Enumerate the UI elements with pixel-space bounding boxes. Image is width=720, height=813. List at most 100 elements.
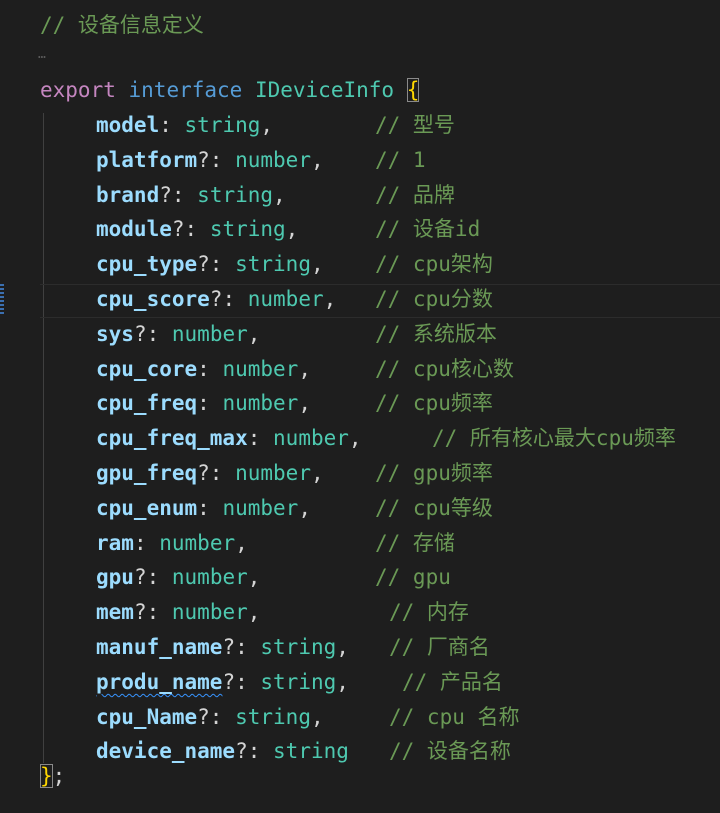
field-separator: ?: xyxy=(197,704,223,729)
field-separator: : xyxy=(133,530,147,555)
field-comment: // 存储 xyxy=(375,530,455,555)
field-name: device_name xyxy=(96,739,236,764)
field-trailing-comma: , xyxy=(298,495,311,520)
field-type: string xyxy=(235,704,311,729)
field-line-manuf-name: manuf_name?: string, // 厂商名 xyxy=(96,630,720,665)
field-type: string xyxy=(235,252,311,277)
interface-closing-line: }; xyxy=(40,759,65,794)
field-type: number xyxy=(159,530,236,555)
field-comment: // cpu架构 xyxy=(375,252,493,277)
field-trailing-comma: , xyxy=(298,356,311,381)
field-trailing-comma: , xyxy=(310,704,324,729)
field-trailing-comma: , xyxy=(285,217,299,242)
field-line-sys: sys?: number, // 系统版本 xyxy=(96,317,720,352)
field-comment: // 产品名 xyxy=(402,669,503,694)
field-type: string xyxy=(260,669,337,694)
field-line-cpu-score: cpu_score?: number, // cpu分数 xyxy=(96,282,720,317)
field-type: string xyxy=(184,113,261,137)
field-name: produ_name xyxy=(96,669,223,694)
field-type: number xyxy=(235,461,311,485)
field-type: number xyxy=(222,356,299,381)
field-comment: // 内存 xyxy=(389,600,469,625)
interface-keyword: interface xyxy=(128,78,243,102)
folded-region-marker[interactable]: … xyxy=(38,45,46,65)
code-editor[interactable]: // 设备信息定义 … export interface IDeviceInfo… xyxy=(0,0,720,813)
field-type: number xyxy=(171,600,248,625)
field-separator: ?: xyxy=(209,287,236,311)
indent-guide xyxy=(43,113,44,763)
field-name: cpu_core xyxy=(96,356,198,381)
field-type: number xyxy=(222,495,299,520)
field-trailing-comma: , xyxy=(348,426,362,451)
field-line-cpu-freq: cpu_freq: number, // cpu频率 xyxy=(96,386,720,421)
field-line-model: model: string, // 型号 xyxy=(96,108,720,143)
field-line-cpu-type: cpu_type?: string, // cpu架构 xyxy=(96,247,720,282)
field-separator: ?: xyxy=(235,739,261,764)
field-separator: : xyxy=(197,356,210,381)
open-brace: { xyxy=(406,78,420,102)
field-separator: : xyxy=(159,113,172,137)
field-line-gpu: gpu?: number, // gpu xyxy=(96,560,720,595)
field-comment: // 所有核心最大cpu频率 xyxy=(432,426,676,451)
field-line-cpu-core: cpu_core: number, // cpu核心数 xyxy=(96,352,720,387)
field-trailing-comma: , xyxy=(260,113,274,137)
field-line-module: module?: string, // 设备id xyxy=(96,212,720,247)
field-trailing-comma: , xyxy=(247,565,261,590)
field-comment: // 厂商名 xyxy=(389,635,490,659)
close-brace: } xyxy=(40,764,53,788)
field-name: mem xyxy=(96,600,134,625)
field-name: ram xyxy=(96,530,134,555)
field-name: cpu_enum xyxy=(96,495,198,520)
field-type: number xyxy=(171,565,248,590)
field-line-gpu-freq: gpu_freq?: number, // gpu频率 xyxy=(96,456,720,491)
field-line-mem: mem?: number, // 内存 xyxy=(96,595,720,630)
export-keyword: export xyxy=(40,78,116,102)
field-comment: // 系统版本 xyxy=(375,321,497,346)
field-line-device-name: device_name?: string // 设备名称 xyxy=(96,734,720,769)
field-trailing-comma: , xyxy=(273,182,286,207)
field-line-cpu-name: cpu_Name?: string, // cpu 名称 xyxy=(96,700,720,735)
field-comment: // 型号 xyxy=(375,113,455,137)
field-separator: ?: xyxy=(133,600,160,625)
field-separator: ?: xyxy=(197,461,223,485)
field-trailing-comma: , xyxy=(310,461,324,485)
field-trailing-comma: , xyxy=(310,252,324,277)
field-separator: ?: xyxy=(133,565,160,590)
field-comment: // cpu 名称 xyxy=(389,704,520,729)
field-trailing-comma: , xyxy=(310,147,324,172)
field-name: gpu xyxy=(96,565,134,590)
field-name: cpu_freq_max xyxy=(96,426,248,451)
field-comment: // cpu分数 xyxy=(375,287,493,311)
field-name: manuf_name xyxy=(96,635,223,659)
field-separator: : xyxy=(197,495,210,520)
field-type: string xyxy=(273,739,349,764)
field-comment: // gpu xyxy=(375,565,451,590)
field-comment: // 品牌 xyxy=(375,182,455,207)
field-type: number xyxy=(273,426,349,451)
field-line-platform: platform?: number, // 1 xyxy=(96,143,720,178)
field-name: gpu_freq xyxy=(96,461,198,485)
field-name: cpu_type xyxy=(96,252,198,277)
field-name: cpu_freq xyxy=(96,391,198,416)
field-comment: // 设备名称 xyxy=(389,739,511,764)
gutter-change-marker xyxy=(0,284,4,316)
field-comment: // cpu频率 xyxy=(375,391,493,416)
field-trailing-comma: , xyxy=(336,635,349,659)
field-trailing-comma: , xyxy=(235,530,248,555)
field-line-produ-name: produ_name?: string, // 产品名 xyxy=(96,665,720,700)
field-name: brand xyxy=(96,182,160,207)
field-name: cpu_score xyxy=(96,287,210,311)
field-separator: : xyxy=(197,391,210,416)
semicolon: ; xyxy=(52,764,66,788)
field-type: number xyxy=(247,287,324,311)
field-comment: // 1 xyxy=(375,147,426,172)
field-type: number xyxy=(222,391,299,416)
field-trailing-comma: , xyxy=(247,600,261,625)
field-comment: // 设备id xyxy=(375,217,481,242)
field-type: string xyxy=(260,635,337,659)
interface-declaration-line: export interface IDeviceInfo { xyxy=(40,73,420,108)
field-separator: ?: xyxy=(197,147,223,172)
field-type: number xyxy=(171,321,248,346)
field-separator: ?: xyxy=(197,252,223,277)
field-comment: // cpu等级 xyxy=(375,495,493,520)
